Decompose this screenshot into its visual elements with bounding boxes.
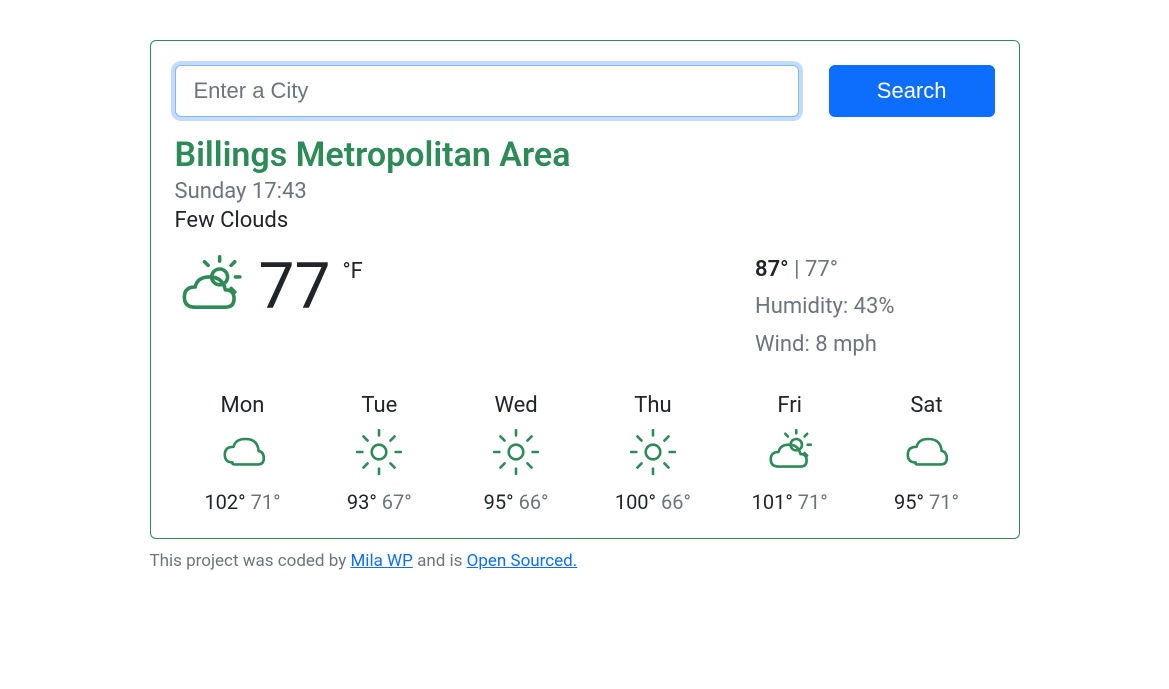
forecast-day-name: Sat [866,393,986,418]
humidity-row: Humidity: 43% [755,288,894,325]
forecast-hi: 101° [752,490,793,514]
forecast-lo: 71° [798,490,828,514]
weather-description: Few Clouds [175,208,995,233]
current-details: 87° | 77° Humidity: 43% Wind: 8 mph [755,251,994,363]
forecast-day-name: Wed [456,393,576,418]
forecast-day-name: Fri [730,393,850,418]
open-source-link[interactable]: Open Sourced. [467,551,578,571]
forecast-day-name: Mon [183,393,303,418]
forecast-temps: 102° 71° [183,490,303,514]
forecast-lo: 71° [929,490,959,514]
cloud-icon [217,426,269,478]
forecast-day: Fri 101° 71° [730,393,850,514]
weather-card: Search Billings Metropolitan Area Sunday… [150,40,1020,539]
forecast-day: Sat 95° 71° [866,393,986,514]
temp-unit: °F [342,259,362,284]
search-row: Search [175,65,995,117]
sun-icon [353,426,405,478]
forecast-day-name: Thu [593,393,713,418]
hi-temp: 87° [755,257,789,282]
search-button[interactable]: Search [829,65,995,117]
lo-temp: 77° [805,257,838,282]
forecast-temps: 95° 71° [866,490,986,514]
partly-cloudy-icon [764,426,816,478]
forecast-day: Thu 100° 66° [593,393,713,514]
forecast-day: Wed 95° 66° [456,393,576,514]
sun-icon [490,426,542,478]
hi-lo: 87° | 77° [755,251,894,288]
current-main: 77 °F [175,251,363,323]
forecast-row: Mon 102° 71° Tue 93° 67° Wed 95° 66° Thu 100° 6… [175,393,995,514]
cloud-icon [900,426,952,478]
wind-row: Wind: 8 mph [755,326,894,363]
forecast-day: Tue 93° 67° [319,393,439,514]
forecast-temps: 95° 66° [456,490,576,514]
forecast-lo: 66° [661,490,691,514]
forecast-hi: 102° [204,490,245,514]
forecast-temps: 100° 66° [593,490,713,514]
forecast-hi: 95° [484,490,514,514]
sun-icon [627,426,679,478]
forecast-day-name: Tue [319,393,439,418]
city-title: Billings Metropolitan Area [175,135,995,175]
current-temp: 77 [259,255,331,319]
search-input[interactable] [175,65,799,117]
forecast-day: Mon 102° 71° [183,393,303,514]
humidity-value: 43% [854,294,895,319]
wind-value: 8 mph [815,332,877,357]
forecast-lo: 71° [251,490,281,514]
forecast-temps: 93° 67° [319,490,439,514]
partly-cloudy-icon [175,251,247,323]
date-time: Sunday 17:43 [175,179,995,204]
forecast-lo: 67° [382,490,412,514]
current-weather-row: 77 °F 87° | 77° Humidity: 43% Wind: 8 mp… [175,251,995,363]
author-link[interactable]: Mila WP [350,551,412,571]
forecast-hi: 93° [347,490,377,514]
forecast-lo: 66° [519,490,549,514]
forecast-temps: 101° 71° [730,490,850,514]
footer: This project was coded by Mila WP and is… [150,551,1020,571]
forecast-hi: 95° [894,490,924,514]
forecast-hi: 100° [615,490,656,514]
